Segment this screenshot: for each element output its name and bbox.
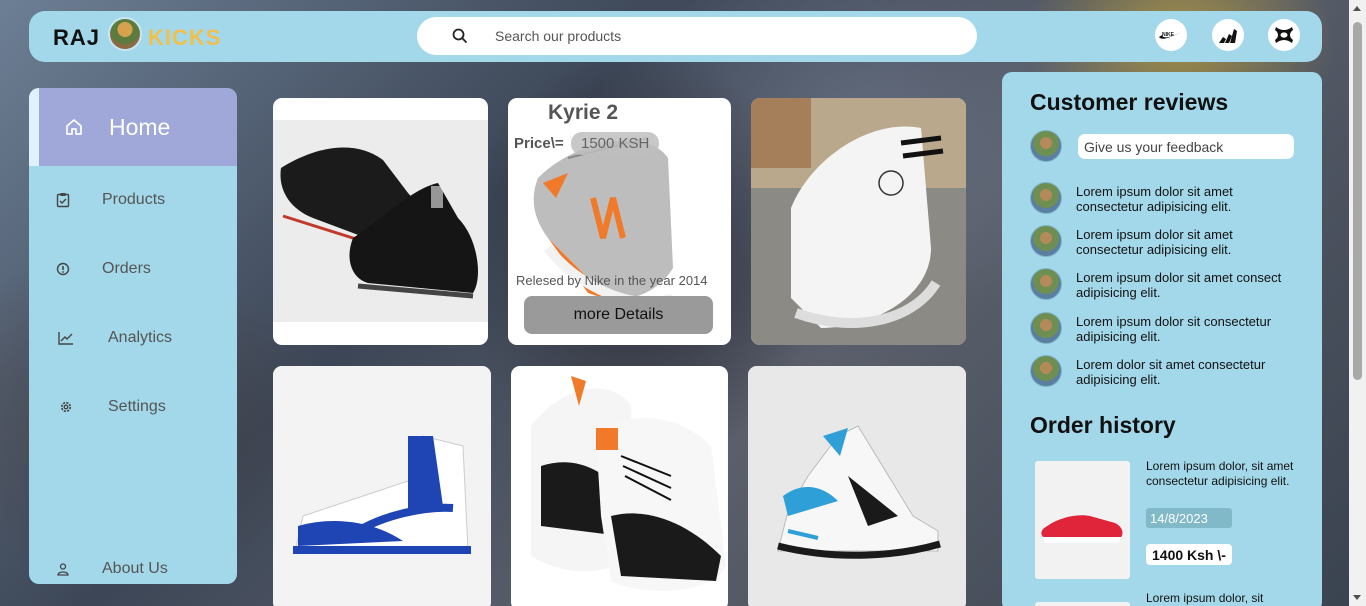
gear-icon — [57, 398, 75, 416]
sidebar-item-products[interactable]: Products — [29, 185, 237, 215]
blue-white-basketball-shoe-image — [748, 366, 966, 606]
logo-image — [108, 17, 143, 51]
feedback-input[interactable] — [1078, 134, 1294, 159]
price-badge: 1500 KSH — [571, 132, 660, 155]
order-product-image[interactable] — [1035, 461, 1130, 579]
sidebar-item-about-us[interactable]: About Us — [29, 554, 237, 584]
user-icon — [54, 560, 72, 578]
chart-line-icon — [57, 329, 75, 347]
review-text: Lorem ipsum dolor sit amet consectetur a… — [1076, 184, 1233, 214]
reviewer-avatar — [1030, 312, 1062, 344]
red-sneaker-image — [1041, 515, 1123, 543]
page-scrollbar[interactable] — [1349, 0, 1366, 606]
search-bar — [417, 17, 977, 55]
scroll-down-arrow-icon[interactable] — [1353, 595, 1361, 600]
reviewer-avatar — [1030, 182, 1062, 214]
reviewer-avatar — [1030, 225, 1062, 257]
product-card[interactable] — [511, 366, 728, 606]
order-date: 14/8/2023 — [1146, 508, 1232, 528]
sidebar-item-settings[interactable]: Settings — [29, 392, 237, 422]
reviewer-avatar — [1030, 268, 1062, 300]
product-card[interactable] — [273, 366, 491, 606]
home-icon — [65, 118, 83, 136]
active-indicator — [29, 88, 39, 166]
adidas-logo-icon[interactable] — [1212, 19, 1244, 51]
review-text: Lorem ipsum dolor sit amet consect adipi… — [1076, 270, 1282, 300]
product-card[interactable] — [273, 98, 488, 345]
top-bar: RAJ KICKS NIKE — [29, 11, 1322, 62]
alert-circle-icon — [54, 260, 72, 278]
product-card[interactable] — [751, 98, 966, 345]
clipboard-icon — [54, 191, 72, 209]
nike-logo-icon[interactable]: NIKE — [1155, 19, 1187, 51]
review-text: Lorem ipsum dolor sit consectetur adipis… — [1076, 314, 1272, 344]
more-details-button[interactable]: more Details — [524, 296, 713, 334]
user-avatar — [1030, 130, 1062, 162]
sidebar-item-label: Home — [109, 113, 171, 140]
logo-text-kicks: KICKS — [148, 25, 222, 50]
sidebar-item-label: About Us — [102, 560, 168, 577]
sidebar-item-home[interactable]: Home — [39, 88, 237, 166]
product-card[interactable] — [748, 366, 966, 606]
reviewer-avatar — [1030, 355, 1062, 387]
sidebar-item-label: Products — [102, 191, 166, 208]
right-panel: Customer reviews Lorem ipsum dolor sit a… — [1002, 72, 1322, 606]
order-history-title: Order history — [1030, 412, 1176, 438]
review-text: Lorem dolor sit amet consectetur adipisi… — [1076, 357, 1266, 387]
sidebar-item-orders[interactable]: Orders — [29, 254, 237, 284]
black-white-chunky-sneaker-image — [531, 376, 726, 591]
scroll-up-arrow-icon[interactable] — [1353, 6, 1361, 11]
logo[interactable]: RAJ KICKS — [53, 17, 222, 53]
sidebar-item-label: Orders — [102, 260, 151, 277]
blue-white-dunk-image — [273, 366, 491, 606]
order-product-image[interactable] — [1035, 602, 1130, 606]
review-text: Lorem ipsum dolor sit amet consectetur a… — [1076, 227, 1233, 257]
order-price: 1400 Ksh \- — [1146, 544, 1232, 565]
search-input[interactable] — [495, 28, 895, 44]
release-note: Relesed by Nike in the year 2014 — [516, 273, 708, 288]
white-hightop-sneaker-image — [751, 98, 966, 345]
sidebar-item-label: Analytics — [108, 329, 173, 346]
price-label: Price\= — [514, 135, 564, 152]
search-icon[interactable] — [451, 27, 469, 45]
product-name: Kyrie 2 — [548, 101, 619, 124]
under-armour-logo-icon[interactable] — [1268, 19, 1300, 51]
sidebar: Home Products Orders Analytics Settings … — [29, 88, 237, 584]
order-description: Lorem ipsum dolor, sit amet consectetur … — [1146, 459, 1294, 488]
order-description: Lorem ipsum dolor, sit — [1146, 591, 1264, 605]
sidebar-item-label: Settings — [108, 398, 166, 415]
black-sneaker-image — [273, 120, 488, 322]
logo-text-raj: RAJ — [53, 25, 101, 50]
customer-reviews-title: Customer reviews — [1030, 89, 1229, 115]
featured-product-card[interactable]: Kyrie 2 Price\= 1500 KSH Relesed by Nike… — [508, 98, 731, 345]
sidebar-item-analytics[interactable]: Analytics — [29, 323, 237, 353]
svg-text:NIKE: NIKE — [1162, 32, 1175, 38]
scroll-thumb[interactable] — [1353, 22, 1362, 380]
